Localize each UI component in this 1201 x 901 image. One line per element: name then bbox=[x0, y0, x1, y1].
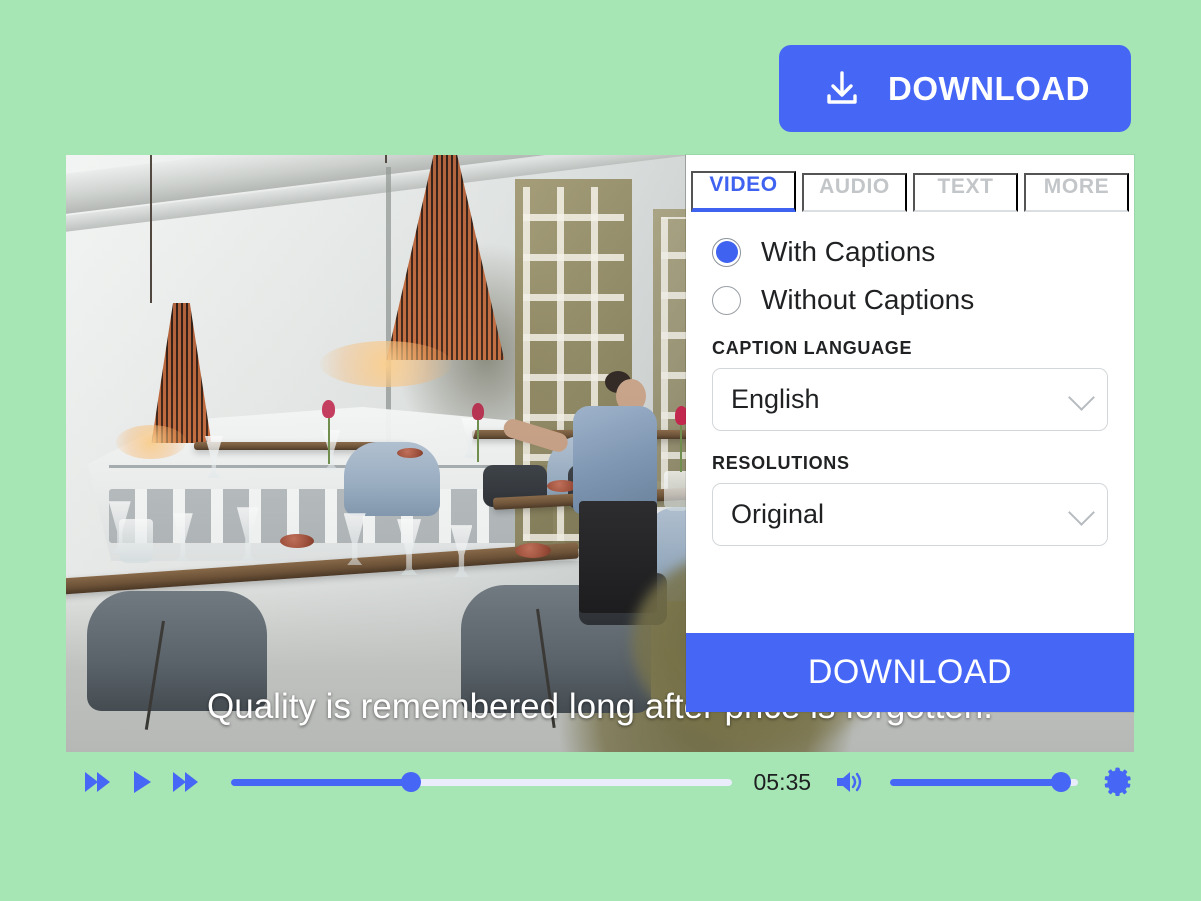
chevron-down-icon bbox=[1068, 383, 1095, 411]
chevron-down-icon bbox=[1068, 498, 1095, 526]
radio-without-captions[interactable]: Without Captions bbox=[712, 284, 1108, 316]
tab-video[interactable]: VIDEO bbox=[691, 171, 796, 212]
resolutions-value: Original bbox=[731, 499, 825, 529]
video-control-bar: 05:35 bbox=[66, 758, 1134, 806]
progress-fill bbox=[231, 778, 412, 786]
tab-audio[interactable]: AUDIO bbox=[802, 173, 907, 212]
resolutions-select[interactable]: Original bbox=[712, 483, 1108, 546]
fast-forward-icon[interactable] bbox=[171, 769, 201, 795]
resolutions-label: RESOLUTIONS bbox=[712, 453, 850, 473]
panel-tab-bar: VIDEO AUDIO TEXT MORE bbox=[686, 155, 1134, 212]
rewind-icon[interactable] bbox=[83, 769, 113, 795]
tab-text[interactable]: TEXT bbox=[913, 173, 1018, 212]
progress-slider[interactable] bbox=[231, 772, 732, 792]
panel-download-button[interactable]: DOWNLOAD bbox=[686, 633, 1134, 712]
radio-unselected-icon bbox=[712, 285, 741, 315]
download-settings-panel: VIDEO AUDIO TEXT MORE With Captions With… bbox=[686, 155, 1134, 712]
radio-with-captions[interactable]: With Captions bbox=[712, 236, 1108, 268]
volume-slider-handle[interactable] bbox=[1051, 772, 1072, 792]
panel-body: With Captions Without Captions CAPTION L… bbox=[686, 212, 1134, 633]
volume-icon[interactable] bbox=[834, 768, 866, 796]
radio-selected-icon bbox=[712, 237, 741, 267]
volume-fill bbox=[890, 778, 1062, 786]
volume-slider[interactable] bbox=[890, 772, 1078, 792]
top-download-button[interactable]: DOWNLOAD bbox=[779, 45, 1131, 132]
caption-language-value: English bbox=[731, 384, 820, 414]
radio-without-captions-label: Without Captions bbox=[761, 284, 975, 315]
time-label: 05:35 bbox=[753, 768, 812, 795]
caption-language-label: CAPTION LANGUAGE bbox=[712, 338, 913, 358]
download-icon bbox=[820, 67, 864, 111]
radio-with-captions-label: With Captions bbox=[761, 236, 936, 267]
play-icon[interactable] bbox=[131, 769, 153, 795]
caption-language-select[interactable]: English bbox=[712, 368, 1108, 431]
top-download-label: DOWNLOAD bbox=[888, 69, 1090, 107]
tab-more[interactable]: MORE bbox=[1024, 173, 1129, 212]
progress-slider-handle[interactable] bbox=[401, 772, 422, 792]
gear-icon[interactable] bbox=[1104, 767, 1134, 797]
